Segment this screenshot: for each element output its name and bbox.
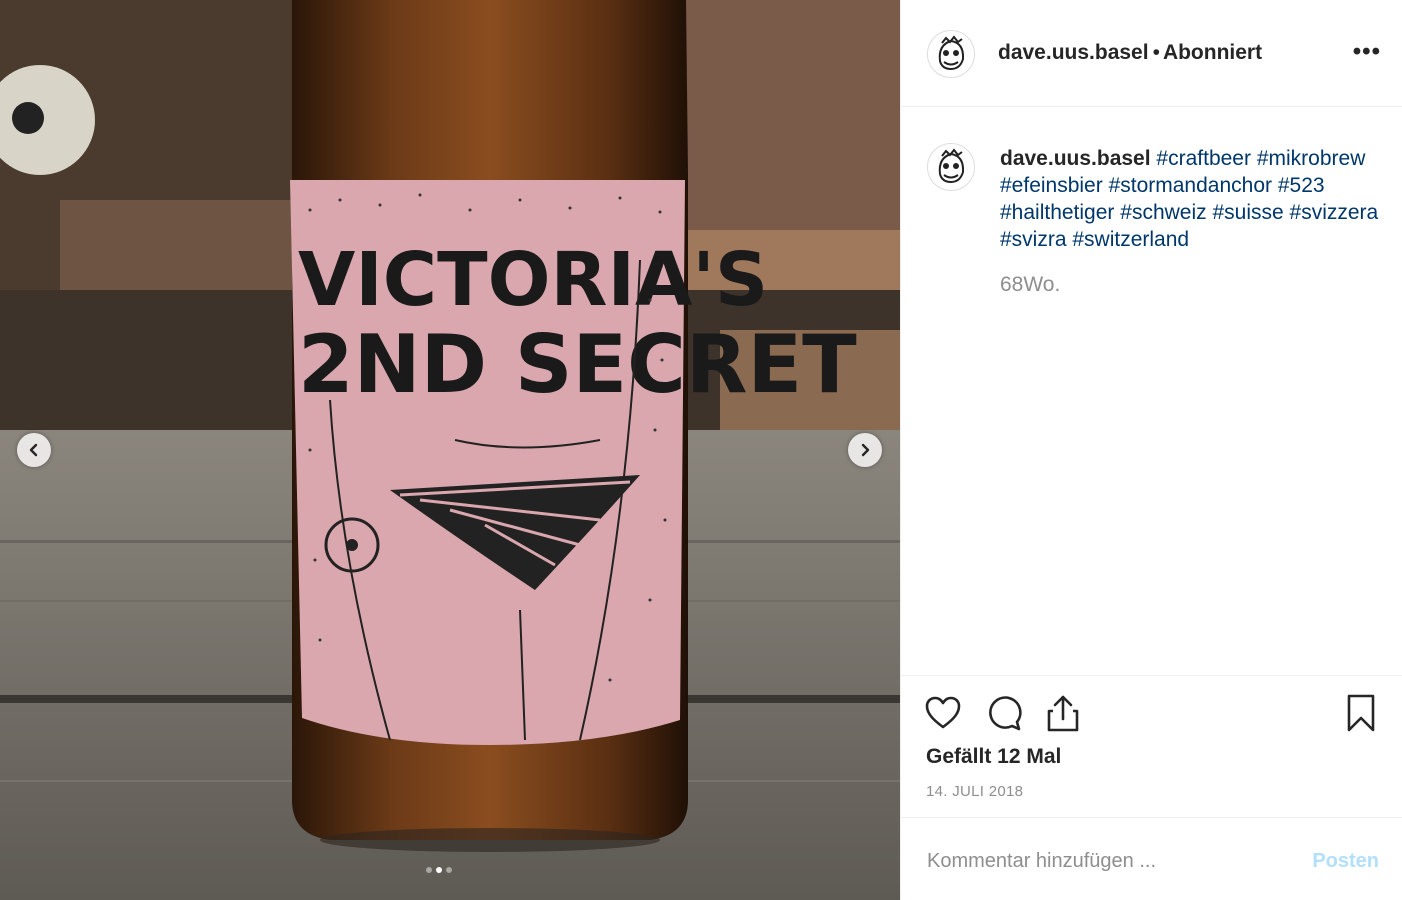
- heart-icon: [925, 696, 961, 729]
- hashtag-link[interactable]: #craftbeer: [1156, 147, 1251, 170]
- instagram-post-view: VICTORIA'S 2ND SECRET dave.uus.basel • A…: [0, 0, 1402, 900]
- hashtag-link[interactable]: #stormandanchor: [1109, 174, 1272, 197]
- hashtag-link[interactable]: #svizzera: [1290, 201, 1379, 224]
- share-button[interactable]: [1045, 693, 1081, 738]
- label-line1: VICTORIA'S: [298, 237, 768, 323]
- comment-input[interactable]: [925, 844, 1289, 878]
- post-sidebar: dave.uus.basel • Abonniert ••• dave.uus.ba…: [900, 0, 1402, 900]
- avatar-image: [929, 145, 973, 189]
- bookmark-button[interactable]: [1344, 693, 1378, 738]
- separator-dot: •: [1152, 41, 1160, 64]
- comment-box: Posten: [901, 817, 1402, 900]
- like-button[interactable]: [924, 695, 962, 736]
- avatar-image: [929, 32, 973, 76]
- carousel-indicator: [426, 867, 452, 873]
- bookmark-icon: [1347, 694, 1375, 732]
- caption-avatar[interactable]: [927, 143, 975, 191]
- carousel-dot-active: [436, 867, 442, 873]
- carousel-prev-button[interactable]: [17, 433, 51, 467]
- more-options-button[interactable]: •••: [1353, 40, 1381, 64]
- label-line2: 2ND SECRET: [298, 318, 857, 411]
- carousel-next-button[interactable]: [848, 433, 882, 467]
- header-user-line: dave.uus.basel • Abonniert: [998, 41, 1262, 65]
- carousel-dot: [426, 867, 432, 873]
- caption-timestamp[interactable]: 68Wo.: [1000, 273, 1060, 297]
- follow-status-button[interactable]: Abonniert: [1163, 41, 1262, 64]
- avatar[interactable]: [927, 30, 975, 78]
- caption-text: dave.uus.basel #craftbeer #mikrobrew #ef…: [1000, 145, 1380, 253]
- carousel-dot: [446, 867, 452, 873]
- post-date: 14. JULI 2018: [926, 783, 1024, 800]
- beer-bottle-photo: VICTORIA'S 2ND SECRET: [0, 0, 900, 900]
- post-comment-button[interactable]: Posten: [1312, 850, 1379, 873]
- hashtag-link[interactable]: #hailthetiger: [1000, 201, 1114, 224]
- hashtag-link[interactable]: #efeinsbier: [1000, 174, 1103, 197]
- caption-username[interactable]: dave.uus.basel: [1000, 147, 1151, 170]
- share-icon: [1047, 695, 1079, 732]
- post-header: dave.uus.basel • Abonniert •••: [901, 0, 1402, 107]
- hashtag-link[interactable]: #suisse: [1212, 201, 1283, 224]
- hashtag-link[interactable]: #mikrobrew: [1257, 147, 1366, 170]
- action-bar: Gefällt 12 Mal 14. JULI 2018: [901, 675, 1402, 817]
- likes-count[interactable]: Gefällt 12 Mal: [926, 745, 1061, 769]
- hashtag-link[interactable]: #schweiz: [1120, 201, 1206, 224]
- comment-button[interactable]: [985, 694, 1023, 737]
- chevron-right-icon: [861, 443, 870, 457]
- hashtag-link[interactable]: #switzerland: [1072, 228, 1189, 251]
- more-icon: •••: [1352, 38, 1381, 65]
- comment-icon: [989, 696, 1022, 731]
- chevron-left-icon: [29, 443, 38, 457]
- post-photo: VICTORIA'S 2ND SECRET: [0, 0, 900, 900]
- hashtag-link[interactable]: #523: [1278, 174, 1325, 197]
- caption-section: dave.uus.basel #craftbeer #mikrobrew #ef…: [901, 107, 1402, 675]
- header-username[interactable]: dave.uus.basel: [998, 41, 1149, 64]
- hashtag-link[interactable]: #svizra: [1000, 228, 1067, 251]
